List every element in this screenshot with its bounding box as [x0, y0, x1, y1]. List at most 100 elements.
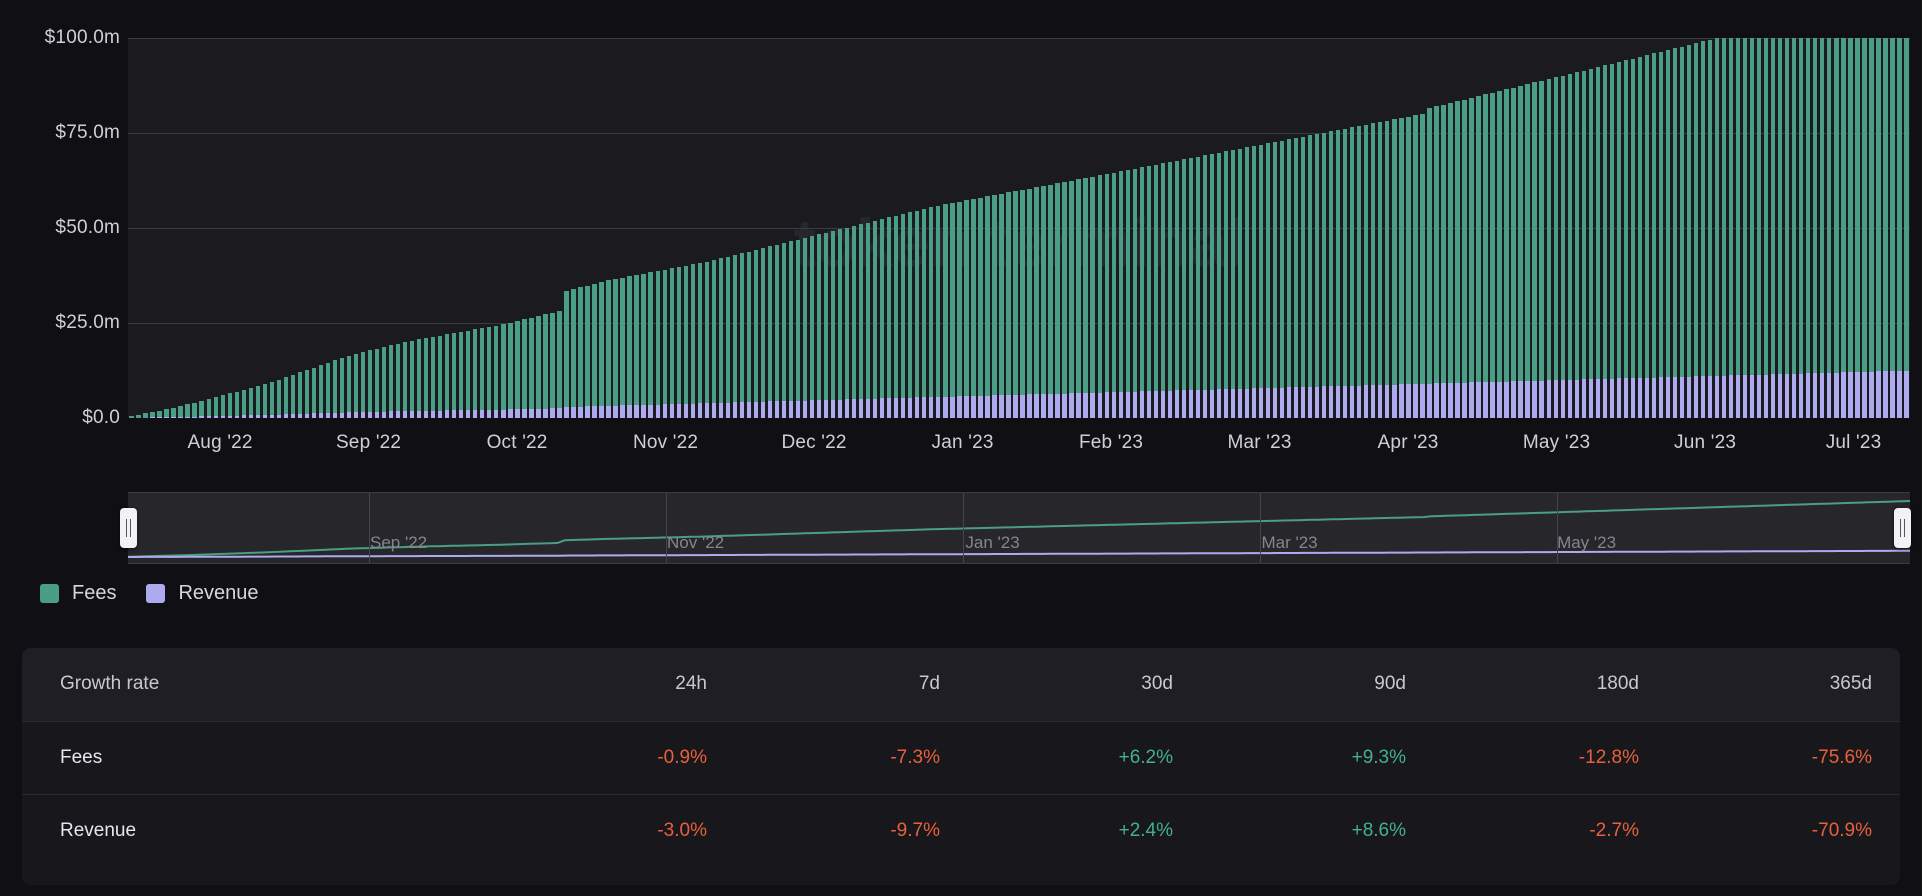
bar-column[interactable] — [1125, 169, 1130, 418]
bar-column[interactable] — [844, 227, 850, 418]
bar-column[interactable] — [1202, 155, 1208, 418]
bar-column[interactable] — [1160, 163, 1165, 418]
bar-column[interactable] — [1399, 118, 1404, 418]
bar-column[interactable] — [1406, 116, 1411, 418]
bar-column[interactable] — [915, 210, 920, 418]
bar-column[interactable] — [901, 213, 906, 418]
bar-column[interactable] — [1055, 183, 1060, 418]
bar-column[interactable] — [936, 205, 941, 418]
bar-column[interactable] — [466, 330, 471, 418]
bar-column[interactable] — [1265, 143, 1271, 418]
bar-column[interactable] — [213, 397, 218, 418]
bar-column[interactable] — [1371, 123, 1376, 418]
bar-column[interactable] — [887, 217, 892, 418]
bar-column[interactable] — [459, 331, 464, 418]
table-header-30d[interactable]: 30d — [968, 648, 1201, 721]
bar-column[interactable] — [1083, 177, 1088, 418]
bar-column[interactable] — [662, 269, 667, 418]
bar-column[interactable] — [318, 365, 324, 418]
bar-column[interactable] — [325, 362, 331, 418]
bar-column[interactable] — [1876, 38, 1881, 418]
bar-column[interactable] — [1111, 172, 1116, 418]
bar-column[interactable] — [1223, 151, 1229, 418]
bar-column[interactable] — [388, 345, 394, 418]
table-header-growth-rate[interactable]: Growth rate — [22, 648, 502, 721]
bar-column[interactable] — [1785, 38, 1790, 418]
bar-column[interactable] — [1300, 136, 1306, 418]
bar-column[interactable] — [1357, 125, 1362, 418]
bar-column[interactable] — [753, 249, 759, 418]
bar-column[interactable] — [1048, 184, 1053, 418]
bar-column[interactable] — [1707, 39, 1713, 418]
bar-column[interactable] — [1188, 157, 1194, 418]
bar-column[interactable] — [1350, 127, 1355, 418]
bar-column[interactable] — [1013, 191, 1018, 418]
bar-column[interactable] — [641, 273, 646, 418]
bar-column[interactable] — [1665, 49, 1671, 418]
bar-column[interactable] — [823, 232, 829, 418]
bar-column[interactable] — [865, 222, 871, 418]
bar-column[interactable] — [880, 219, 885, 418]
bar-column[interactable] — [431, 336, 436, 418]
bar-column[interactable] — [227, 393, 232, 418]
bar-column[interactable] — [1651, 53, 1657, 418]
bar-column[interactable] — [445, 334, 450, 418]
bar-column[interactable] — [1820, 38, 1825, 418]
bar-column[interactable] — [1511, 87, 1516, 418]
bar-column[interactable] — [578, 287, 583, 418]
bar-column[interactable] — [1700, 41, 1706, 418]
bar-column[interactable] — [571, 289, 576, 418]
bar-column[interactable] — [732, 254, 738, 418]
bar-column[interactable] — [1553, 77, 1558, 418]
bar-column[interactable] — [894, 215, 899, 418]
bar-column[interactable] — [816, 234, 822, 418]
table-header-7d[interactable]: 7d — [735, 648, 968, 721]
bar-column[interactable] — [536, 316, 541, 418]
bar-column[interactable] — [283, 377, 289, 418]
bar-column[interactable] — [690, 264, 695, 418]
bar-column[interactable] — [1483, 94, 1488, 418]
bar-column[interactable] — [1293, 137, 1299, 418]
bar-column[interactable] — [851, 225, 857, 418]
bar-column[interactable] — [1441, 104, 1446, 418]
bar-column[interactable] — [1448, 103, 1453, 418]
bar-column[interactable] — [353, 353, 359, 418]
bar-column[interactable] — [1385, 120, 1390, 418]
bar-column[interactable] — [669, 268, 674, 418]
bar-column[interactable] — [1181, 159, 1187, 418]
bar-column[interactable] — [438, 335, 443, 418]
bar-column[interactable] — [697, 263, 702, 418]
bar-column[interactable] — [1869, 38, 1874, 418]
bar-column[interactable] — [1764, 38, 1769, 418]
bar-column[interactable] — [1721, 38, 1727, 418]
bar-column[interactable] — [297, 372, 303, 418]
bar-column[interactable] — [550, 312, 555, 418]
bar-column[interactable] — [837, 229, 843, 418]
bar-column[interactable] — [1244, 147, 1250, 418]
bar-column[interactable] — [985, 196, 990, 418]
bar-column[interactable] — [1364, 124, 1369, 418]
bar-column[interactable] — [1097, 175, 1102, 418]
range-selector-track[interactable]: Sep '22 Nov '22 Jan '23 Mar '23 May '23 — [128, 492, 1910, 564]
bar-column[interactable] — [1686, 44, 1692, 418]
bar-column[interactable] — [501, 324, 506, 418]
bar-column[interactable] — [711, 260, 716, 418]
bar-column[interactable] — [1272, 141, 1278, 418]
bar-column[interactable] — [1469, 97, 1474, 418]
bar-column[interactable] — [367, 350, 373, 418]
bar-column[interactable] — [1602, 65, 1607, 418]
bar-column[interactable] — [1813, 38, 1818, 418]
bar-column[interactable] — [1041, 185, 1046, 418]
plot-area[interactable]: token terminal — [128, 38, 1910, 418]
bar-column[interactable] — [978, 197, 983, 418]
bar-column[interactable] — [1560, 75, 1565, 418]
table-header-365d[interactable]: 365d — [1667, 648, 1900, 721]
bar-column[interactable] — [1827, 38, 1832, 418]
bar-column[interactable] — [1286, 139, 1292, 418]
bar-column[interactable] — [1476, 96, 1481, 418]
table-header-90d[interactable]: 90d — [1201, 648, 1434, 721]
bar-column[interactable] — [199, 400, 204, 418]
bar-column[interactable] — [1420, 114, 1425, 418]
bar-column[interactable] — [1062, 181, 1067, 418]
table-header-180d[interactable]: 180d — [1434, 648, 1667, 721]
